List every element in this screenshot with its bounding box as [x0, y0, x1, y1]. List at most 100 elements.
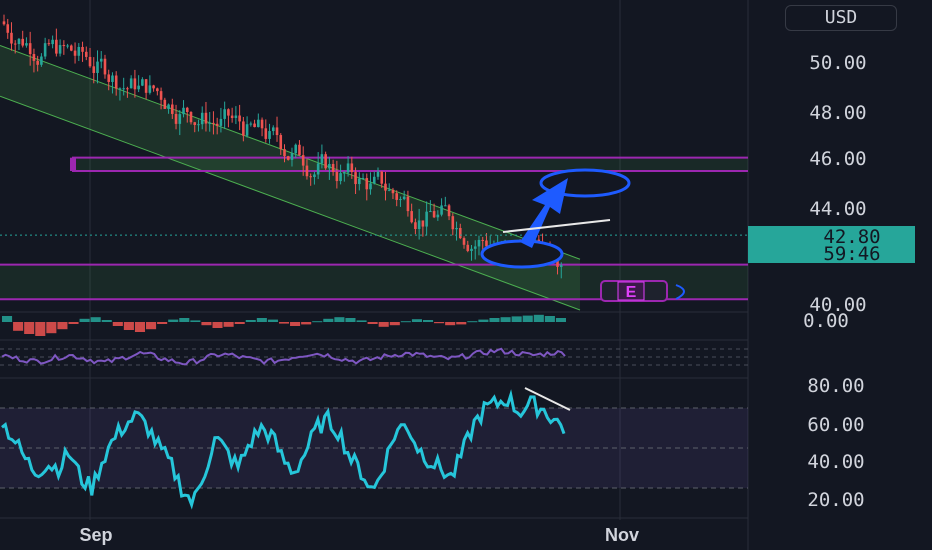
candle-body: [275, 127, 279, 136]
candle-body: [350, 163, 354, 173]
candle-body: [298, 144, 301, 156]
candlestick-series: [0, 14, 748, 279]
channel-upper-line[interactable]: [0, 44, 581, 260]
candle-body: [432, 211, 436, 218]
candle-countdown: 59:46: [823, 243, 880, 265]
macd-bar: [168, 319, 179, 322]
candle-body: [395, 193, 398, 200]
macd-bar: [134, 322, 146, 332]
candle-body: [62, 45, 66, 47]
candle-body: [264, 128, 268, 139]
candle-body: [470, 248, 473, 251]
macd-bar: [123, 322, 134, 330]
candle-body: [215, 123, 219, 126]
macd-bar: [312, 321, 323, 323]
price-tick-label: 48.00: [809, 102, 866, 124]
price-tick-label: 44.00: [809, 198, 866, 220]
candle-body: [185, 107, 189, 113]
candle-body: [455, 227, 458, 230]
macd-bar: [190, 320, 201, 322]
candle-body: [339, 173, 342, 182]
candle-body: [238, 115, 241, 122]
macd-bar: [323, 318, 334, 322]
macd-bar: [411, 319, 422, 322]
macd-bar: [2, 316, 13, 322]
candle-body: [358, 178, 361, 185]
macd-bar: [533, 314, 544, 322]
candle-body: [451, 216, 455, 230]
time-axis[interactable]: Sep Nov: [79, 525, 639, 545]
candle-body: [163, 99, 167, 109]
candle-body: [189, 112, 193, 123]
rsi-tick-label: 80.00: [807, 375, 864, 397]
candle-body: [462, 238, 466, 245]
candle-body: [414, 222, 417, 230]
candle-body: [28, 43, 32, 55]
candle-body: [17, 38, 21, 45]
trend-line[interactable]: [502, 219, 611, 233]
macd-bar: [24, 322, 35, 334]
macd-bar: [46, 322, 57, 334]
macd-bar: [68, 322, 79, 324]
candle-body: [429, 211, 432, 213]
candle-body: [36, 60, 39, 65]
candle-body: [99, 58, 103, 62]
candle-body: [286, 156, 290, 160]
candle-body: [118, 88, 122, 90]
candle-body: [387, 189, 391, 191]
candle-body: [406, 196, 410, 212]
macd-bar: [356, 320, 367, 322]
candle-body: [197, 124, 200, 126]
candle-body: [111, 75, 114, 82]
candle-body: [391, 189, 395, 194]
candle-body: [402, 196, 406, 200]
macd-bar: [146, 322, 157, 330]
macd-bar: [57, 322, 68, 330]
candle-body: [141, 79, 144, 86]
macd-bar: [278, 322, 290, 324]
candle-body: [380, 171, 384, 184]
candle-body: [343, 172, 346, 174]
candle-body: [305, 165, 309, 177]
price-tick-label: 50.00: [809, 52, 866, 74]
price-pane[interactable]: E: [0, 14, 748, 311]
candle-body: [133, 78, 137, 90]
candle-body: [159, 91, 163, 100]
macd-bar: [544, 316, 555, 322]
origin-ellipse[interactable]: [480, 239, 564, 269]
rsi-pane: [0, 387, 748, 510]
price-axis[interactable]: 50.0048.0046.0044.0040.000.0080.0060.004…: [748, 52, 915, 511]
candle-body: [103, 58, 107, 75]
candle-body: [376, 171, 380, 177]
candle-body: [2, 21, 6, 25]
candle-body: [193, 122, 197, 125]
currency-selector[interactable]: USD: [785, 5, 897, 31]
macd-bar: [179, 318, 190, 322]
candle-body: [152, 85, 155, 89]
macd-bar: [389, 322, 400, 326]
rsi-divergence-line[interactable]: [524, 387, 571, 411]
candle-body: [10, 32, 13, 44]
candle-body: [77, 46, 81, 56]
candle-body: [477, 239, 481, 247]
candle-body: [458, 227, 462, 239]
macd-bar: [367, 322, 378, 324]
stochastic-pane: [0, 347, 748, 366]
candle-body: [122, 88, 125, 90]
candle-body: [473, 246, 477, 249]
candle-body: [178, 114, 182, 124]
macd-bar: [511, 316, 522, 322]
candle-body: [485, 240, 488, 247]
candle-body: [425, 211, 428, 227]
candle-body: [32, 54, 36, 61]
macd-bar: [555, 318, 566, 322]
candle-body: [481, 239, 485, 241]
trading-chart[interactable]: E 50.00 48.00 46.00 44.00 40.00 0.00 80.00 60.0…: [0, 0, 932, 550]
candle-body: [88, 56, 92, 67]
event-badge-label: E: [626, 284, 637, 301]
macd-bar: [301, 322, 312, 325]
candle-body: [234, 115, 238, 119]
candle-body: [417, 220, 421, 230]
candle-body: [58, 45, 62, 54]
candle-body: [436, 214, 440, 218]
